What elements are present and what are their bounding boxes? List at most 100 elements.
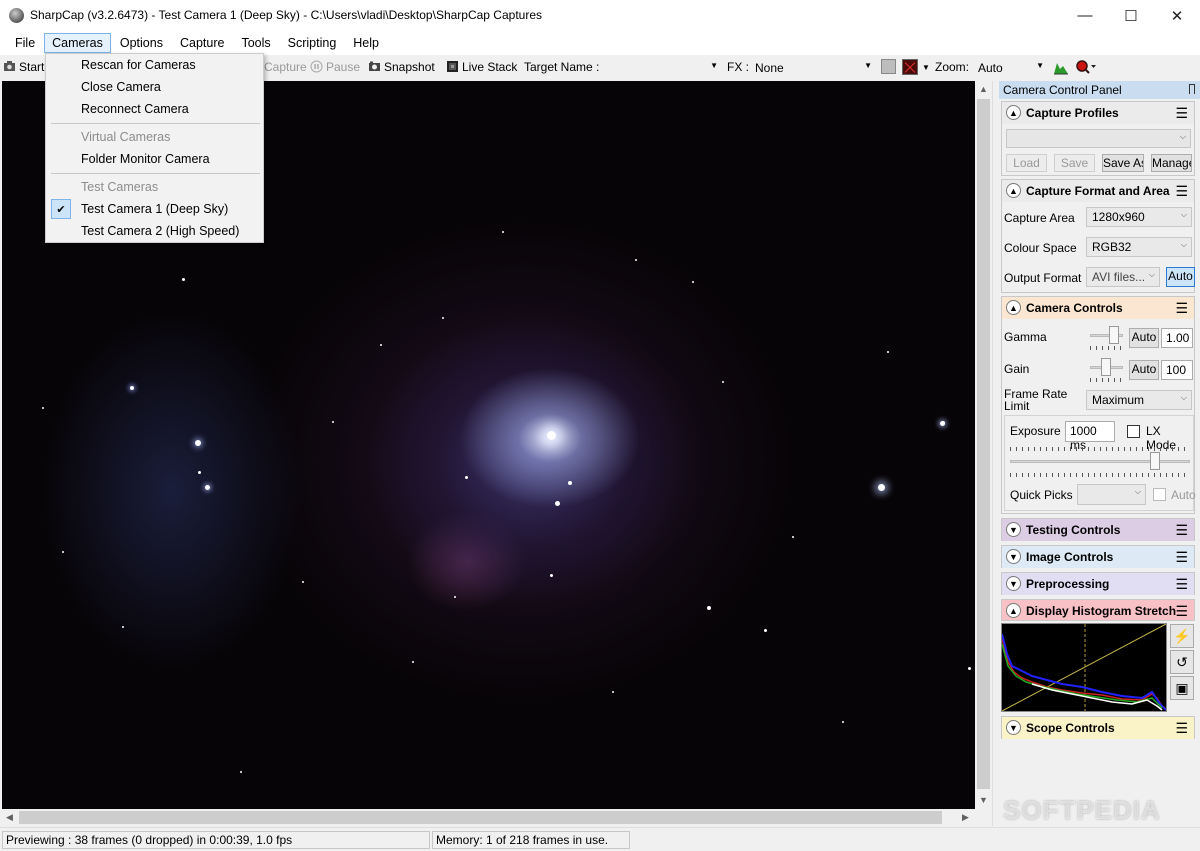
star [182,278,185,281]
pin-icon[interactable] [1189,84,1195,94]
manage-profiles-button[interactable]: Manage [1151,154,1192,172]
capture-profiles-header[interactable]: ▲ Capture Profiles ☰ [1002,102,1194,124]
preprocessing-header[interactable]: ▼ Preprocessing ☰ [1002,573,1194,595]
panel-splitter[interactable] [992,81,999,826]
colour-space-combo[interactable]: RGB32 ⌵ [1086,237,1192,257]
pause-button[interactable]: Pause [310,60,360,74]
grid-toggle-button[interactable] [881,59,896,74]
gain-value-field[interactable]: 100 [1161,360,1193,380]
histogram-stretch-header[interactable]: ▲ Display Histogram Stretch ☰ [1001,599,1195,621]
menu-tools[interactable]: Tools [233,33,278,53]
scope-controls-header[interactable]: ▼ Scope Controls ☰ [1002,717,1194,739]
horizontal-scroll-thumb[interactable] [19,811,942,824]
menu-item-reconnect-camera[interactable]: Reconnect Camera [47,98,262,120]
vertical-scrollbar[interactable]: ▲ ▼ [975,81,992,809]
hamburger-menu-icon[interactable]: ☰ [1175,576,1188,593]
hamburger-menu-icon[interactable]: ☰ [1175,549,1188,566]
load-profile-button[interactable]: Load [1006,154,1047,172]
menu-cameras[interactable]: Cameras [44,33,111,53]
camera-controls-header[interactable]: ▲ Camera Controls ☰ [1002,297,1194,319]
close-button[interactable]: ✕ [1154,0,1200,31]
menu-heading-virtual-cameras: Virtual Cameras [81,130,171,144]
quick-picks-combo[interactable]: ⌵ [1077,484,1146,505]
frame-rate-limit-combo[interactable]: Maximum ⌵ [1086,390,1192,410]
star [240,771,242,773]
gain-slider-thumb[interactable] [1101,358,1111,376]
star [122,626,124,628]
histogram-stretch-graph[interactable] [1001,623,1167,712]
hamburger-menu-icon[interactable]: ☰ [1175,603,1188,620]
exposure-slider-thumb[interactable] [1150,452,1160,470]
save-profile-button[interactable]: Save [1054,154,1095,172]
hamburger-menu-icon[interactable]: ☰ [1175,720,1188,737]
collapse-icon[interactable]: ▲ [1006,105,1021,120]
vertical-scroll-thumb[interactable] [977,99,990,789]
capture-area-combo[interactable]: 1280x960 ⌵ [1086,207,1192,227]
gamma-slider-thumb[interactable] [1109,326,1119,344]
zoom-combo[interactable]: Auto ▼ [974,58,1048,77]
menu-item-close-camera[interactable]: Close Camera [47,76,262,98]
testing-controls-section: ▼ Testing Controls ☰ [1001,518,1195,541]
gain-auto-button[interactable]: Auto [1129,360,1159,380]
collapse-icon[interactable]: ▲ [1006,603,1021,618]
lightning-auto-stretch-icon[interactable]: ⚡ [1170,624,1194,648]
exposure-label: Exposure [1010,424,1061,438]
menu-capture[interactable]: Capture [172,33,232,53]
menu-help[interactable]: Help [345,33,387,53]
capture-button[interactable]: Capture [264,60,307,74]
exposure-slider[interactable] [1010,460,1190,463]
exposure-value-field[interactable]: 1000 ms [1065,421,1115,452]
menu-file[interactable]: File [7,33,43,53]
collapse-icon[interactable]: ▲ [1006,300,1021,315]
star [62,551,64,553]
reset-icon[interactable]: ↺ [1170,650,1194,674]
snapshot-button[interactable]: Snapshot [368,60,435,74]
scroll-up-icon[interactable]: ▲ [979,84,988,94]
menu-options[interactable]: Options [112,33,171,53]
expand-icon[interactable]: ▼ [1006,720,1021,735]
camera-control-panel: Camera Control Panel ▲ Capture Profiles … [999,81,1200,826]
collapse-icon[interactable]: ▲ [1006,183,1021,198]
output-format-auto-button[interactable]: Auto [1166,267,1195,287]
hamburger-menu-icon[interactable]: ☰ [1175,300,1188,317]
menu-item-folder-monitor-camera[interactable]: Folder Monitor Camera [47,148,262,170]
hamburger-menu-icon[interactable]: ☰ [1175,105,1188,122]
profile-combo[interactable]: ⌵ [1006,129,1191,148]
reticle-button[interactable] [902,59,918,75]
hamburger-menu-icon[interactable]: ☰ [1175,522,1188,539]
hamburger-menu-icon[interactable]: ☰ [1175,183,1188,200]
testing-controls-header[interactable]: ▼ Testing Controls ☰ [1002,519,1194,541]
menu-item-rescan-cameras[interactable]: Rescan for Cameras [47,54,262,76]
lx-mode-checkbox[interactable] [1127,425,1140,438]
capture-format-header[interactable]: ▲ Capture Format and Area ☰ [1002,180,1194,202]
save-disk-icon[interactable]: ▣ [1170,676,1194,700]
target-name-combo[interactable]: ▼ [601,58,722,77]
reticle-dropdown-icon[interactable]: ▼ [922,63,930,72]
quick-picks-auto-checkbox[interactable] [1153,488,1166,501]
horizontal-scrollbar[interactable]: ◀ ▶ [2,809,975,826]
focus-assist-button[interactable] [1075,59,1097,78]
menu-scripting[interactable]: Scripting [280,33,345,53]
star [547,431,556,440]
expand-icon[interactable]: ▼ [1006,549,1021,564]
histogram-button[interactable] [1053,59,1069,78]
save-as-profile-button[interactable]: Save As [1102,154,1144,172]
maximize-button[interactable]: ☐ [1108,0,1154,31]
menu-item-test-camera-2[interactable]: Test Camera 2 (High Speed) [47,220,262,242]
expand-icon[interactable]: ▼ [1006,576,1021,591]
scroll-left-icon[interactable]: ◀ [6,812,13,823]
output-format-combo[interactable]: AVI files... ⌵ [1086,267,1160,287]
menu-separator [51,123,260,124]
scroll-down-icon[interactable]: ▼ [979,795,988,805]
menu-item-test-camera-1[interactable]: ✔ Test Camera 1 (Deep Sky) [47,198,262,220]
fx-combo[interactable]: None ▼ [751,58,876,77]
star [195,440,201,446]
minimize-button[interactable]: — [1062,0,1108,31]
image-controls-header[interactable]: ▼ Image Controls ☰ [1002,546,1194,568]
gamma-auto-button[interactable]: Auto [1129,328,1159,348]
expand-icon[interactable]: ▼ [1006,522,1021,537]
scroll-right-icon[interactable]: ▶ [962,812,969,823]
gamma-value-field[interactable]: 1.00 [1161,328,1193,348]
start-capture-button[interactable]: Start [3,60,44,74]
live-stack-button[interactable]: Live Stack [446,60,517,74]
